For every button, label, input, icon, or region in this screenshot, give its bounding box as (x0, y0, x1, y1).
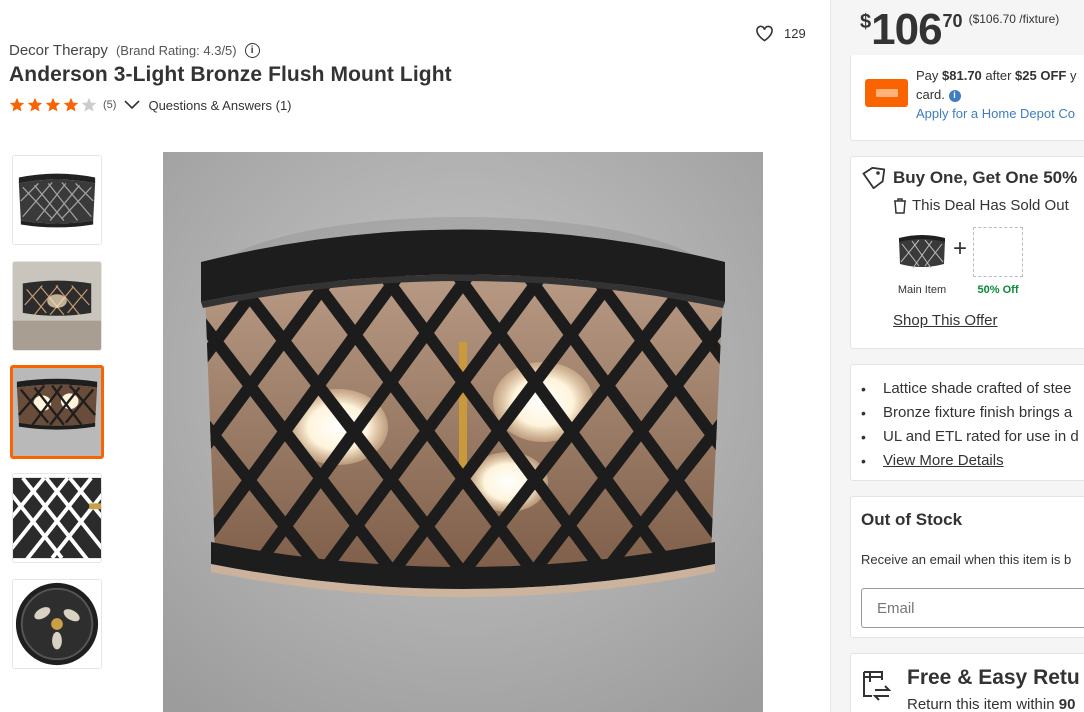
apply-card-link[interactable]: Apply for a Home Depot Co (916, 106, 1075, 121)
empty-item-slot (973, 227, 1024, 277)
favorite-count: 129 (784, 26, 806, 41)
product-title: Anderson 3-Light Bronze Flush Mount Ligh… (9, 63, 452, 86)
stock-notify-text: Receive an email when this item is b (861, 552, 1072, 567)
pay-amount: $81.70 (942, 68, 982, 83)
bogo-second-item[interactable]: 50% Off (969, 227, 1027, 296)
product-highlights: Lattice shade crafted of stee Bronze fix… (850, 364, 1084, 481)
offer-line-2: card. (916, 87, 945, 102)
sold-out-notice: This Deal Has Sold Out (893, 197, 1069, 214)
star-icon (63, 97, 79, 112)
brand-rating: (Brand Rating: 4.3/5) (115, 43, 237, 58)
card-offer: Pay $81.70 after $25 OFF y card. i Apply… (850, 55, 1084, 141)
flush-mount-lamp-photo (163, 152, 763, 712)
highlight-item: Bronze fixture finish brings a (861, 401, 1079, 425)
thumbnail-list (10, 155, 104, 685)
info-icon[interactable]: i (244, 43, 260, 58)
main-item-label: Main Item (897, 284, 947, 296)
offer-tail: y (1066, 68, 1077, 83)
questions-answers-link[interactable]: Questions & Answers (1) (148, 98, 291, 113)
brand-line: Decor Therapy (Brand Rating: 4.3/5) i (9, 42, 260, 59)
view-more-item: View More Details (861, 449, 1079, 473)
lamp-room-thumbnail-image (13, 262, 101, 350)
thumbnail-2[interactable] (12, 261, 102, 351)
bogo-main-item[interactable]: Main Item (893, 227, 951, 296)
returns-title: Free & Easy Retu (907, 666, 1080, 689)
shop-offer-link[interactable]: Shop This Offer (893, 312, 998, 329)
sold-out-text: This Deal Has Sold Out (912, 197, 1069, 214)
returns-days: 90 (1058, 696, 1076, 712)
main-product-image[interactable] (163, 152, 763, 712)
price: $ 106 70 ($106.70 /fixture) (860, 8, 1059, 52)
bogo-items: Main Item + 50% Off (893, 227, 1027, 296)
star-icon (45, 97, 61, 112)
tag-icon (862, 167, 885, 189)
highlight-item: Lattice shade crafted of stee (861, 377, 1079, 401)
reviews-count[interactable]: (5) (103, 99, 116, 111)
highlight-list: Lattice shade crafted of stee Bronze fix… (861, 377, 1079, 473)
lamp-closeup-thumbnail-image (13, 474, 101, 562)
bogo-offer: Buy One, Get One 50% This Deal Has Sold … (850, 156, 1084, 349)
heart-icon (756, 25, 773, 42)
stock-notice: Out of Stock Receive an email when this … (850, 496, 1084, 638)
brand-name[interactable]: Decor Therapy (9, 42, 108, 59)
info-icon[interactable]: i (948, 89, 961, 102)
thumbnail-1[interactable] (12, 155, 102, 245)
view-more-details-link[interactable]: View More Details (883, 449, 1004, 473)
email-input[interactable] (861, 588, 1084, 628)
thumbnail-3-selected[interactable] (10, 365, 104, 459)
star-empty-icon (81, 97, 97, 112)
chevron-down-icon[interactable] (124, 100, 141, 110)
after-label: after (981, 68, 1016, 83)
star-icon (9, 97, 25, 112)
returns-subtext: Return this item within 90 (907, 696, 1075, 712)
bogo-title: Buy One, Get One 50% (861, 167, 1077, 189)
lamp-bottom-thumbnail-image (13, 580, 101, 668)
thumbnail-4[interactable] (12, 473, 102, 563)
lamp-thumbnail-image (13, 156, 101, 244)
price-per-unit: ($106.70 /fixture) (968, 12, 1060, 26)
price-cents: 70 (942, 11, 963, 31)
returns-info: Free & Easy Retu Return this item within… (850, 653, 1084, 712)
reviews-line: (5) Questions & Answers (1) (9, 97, 292, 113)
pay-label: Pay (916, 68, 943, 83)
highlight-item: UL and ETL rated for use in d (861, 425, 1079, 449)
plus-icon: + (953, 235, 968, 262)
discount-label: 50% Off (977, 284, 1019, 296)
main-item-thumbnail (897, 227, 947, 277)
trash-icon (894, 197, 906, 214)
favorite-button[interactable]: 129 (755, 25, 806, 42)
star-icon (27, 97, 43, 112)
thumbnail-5[interactable] (12, 579, 102, 669)
stock-title: Out of Stock (861, 510, 963, 529)
credit-card-icon (865, 79, 908, 107)
returns-icon (863, 671, 892, 701)
off-amount: $25 OFF (1015, 68, 1067, 83)
bogo-title-text: Buy One, Get One 50% (893, 168, 1078, 187)
price-dollars: 106 (871, 5, 942, 54)
price-dollar-sign: $ (860, 11, 872, 33)
card-offer-text: Pay $81.70 after $25 OFF y card. i Apply… (916, 66, 1084, 123)
lamp-lit-thumbnail-image (13, 368, 101, 456)
returns-sub-prefix: Return this item within (907, 696, 1059, 712)
star-rating[interactable] (9, 97, 99, 113)
